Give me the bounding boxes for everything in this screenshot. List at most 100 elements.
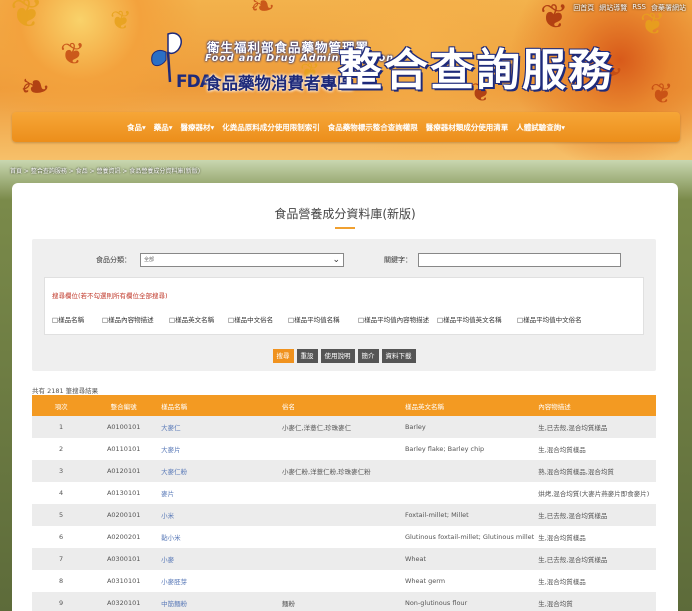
reset-button[interactable]: 重設 [296,349,318,363]
cell-common-name [278,526,401,548]
cell-sample-name[interactable]: 大麥片 [157,438,278,460]
cell-sample-name[interactable]: 小麥胚芽 [157,570,278,592]
field-checkbox-avg-common-name[interactable]: □樣品平均值中文俗名 [517,314,582,324]
nav-clinical-trials[interactable]: 人體試驗查詢▾ [516,122,565,133]
results-table: 項次 整合編號 樣品名稱 俗名 樣品英文名稱 內容物描述 1 A0100101 大麥… [32,395,656,611]
field-checkbox-avg-content-desc[interactable]: □樣品平均值內容物描述 [358,314,429,324]
site-title[interactable]: 整合查詢服務 [338,34,614,98]
help-button[interactable]: 使用說明 [320,349,355,363]
col-header-content-desc: 內容物描述 [534,395,656,416]
cell-index: 6 [59,533,64,541]
field-checkbox-sample-name[interactable]: □樣品名稱 [52,314,84,324]
download-button[interactable]: 資料下載 [381,349,416,363]
category-select-value: 全部 [144,257,155,263]
table-row: 3 A0120101 大麥仁粉 小麥仁粉,洋薏仁粉,珍珠麥仁粉 熟,混合均質樣品,混合均… [32,460,656,482]
cell-common-name: 小麥仁粉,洋薏仁粉,珍珠麥仁粉 [278,460,401,482]
cell-index: 9 [32,592,91,611]
cell-english-name: Wheat germ [404,577,446,585]
cell-english-name: Barley [400,416,535,438]
top-link-home[interactable]: 回首頁 [573,3,594,13]
search-panel: 食品分類： 全部 ⌄ 關鍵字： 搜尋欄位(若不勾選則所有欄位全部搜尋) □樣品名… [32,239,656,371]
field-checkbox-content-desc[interactable]: □樣品內容物描述 [102,314,154,324]
top-link-rss[interactable]: RSS [632,3,646,13]
nav-drug[interactable]: 藥品▾ [154,122,173,133]
cell-common-name [278,438,401,460]
search-fields-note: 搜尋欄位(若不勾選則所有欄位全部搜尋) [52,292,168,300]
cell-common-name: 小麥仁,洋薏仁,珍珠麥仁 [278,416,401,438]
nav-device-ingredients[interactable]: 醫療器材類成分使用清單 [426,122,509,133]
category-select[interactable]: 全部 ⌄ [140,253,344,267]
keyword-label: 關鍵字： [384,256,412,264]
category-label: 食品分類： [96,256,131,264]
cell-content-desc: 生,已去殼,混合均質樣品 [534,504,656,526]
search-fields-box: 搜尋欄位(若不勾選則所有欄位全部搜尋) □樣品名稱 □樣品內容物描述 □樣品英文… [44,277,644,335]
title-underline [335,227,355,229]
col-header-english-name: 樣品英文名稱 [400,395,535,416]
intro-button[interactable]: 簡介 [357,349,379,363]
brand-subtitle: 食品藥物消費者專區 [205,74,354,93]
cell-sample-name[interactable]: 中筋麵粉 [157,592,278,611]
keyword-input[interactable] [418,253,621,267]
cell-content-desc: 生,混合均質樣品 [538,446,586,454]
cell-english-name [400,460,535,482]
cell-common-name [278,482,401,504]
top-link-sitemap[interactable]: 網站導覽 [599,3,627,13]
cell-id: A0100101 [90,416,158,438]
cell-content-desc: 生,混合均質樣品 [538,578,586,586]
nav-medical-device[interactable]: 醫療器材▾ [181,122,215,133]
cell-sample-name[interactable]: 小麥 [157,548,278,570]
cell-id: A0200101 [90,504,158,526]
cell-english-name: Glutinous foxtail-millet; Glutinous mill… [404,533,535,541]
cell-sample-name[interactable]: 黏小米 [157,526,278,548]
cell-content-desc: 烘烤,混合均質(大麥片燕麥片即食麥片) [538,490,650,498]
cell-sample-name[interactable]: 麥片 [157,482,278,504]
search-button[interactable]: 搜尋 [272,349,294,363]
table-row: 5 A0200101 小米 Foxtail-millet; Millet 生,已去殼,混… [32,504,656,526]
chevron-down-icon: ⌄ [332,255,340,265]
col-header-id: 整合編號 [90,395,158,416]
cell-english-name [401,482,534,504]
main-nav: 食品▾ 藥品▾ 醫療器材▾ 化粪品原料成分使用限制索引 食品藥物標示整合查詢權限… [12,112,680,142]
cell-sample-name[interactable]: 小米 [157,504,278,526]
nav-food[interactable]: 食品▾ [127,122,146,133]
cell-id: A0110101 [106,445,141,453]
cell-common-name [278,504,401,526]
top-links: 回首頁 網站導覽 RSS 食藥署網站 [573,3,686,13]
table-row: 4 A0130101 麥片 烘烤,混合均質(大麥片燕麥片即食麥片) [32,482,656,504]
cell-sample-name[interactable]: 大麥仁粉 [157,460,278,482]
result-count: 共有 2181 筆搜尋結果 [32,387,99,395]
table-row: 8 A0310101 小麥胚芽 Wheat germ 生,混合均質樣品 [32,570,656,592]
table-row: 7 A0300101 小麥 Wheat 生,已去殼,混合均質樣品 [32,548,656,570]
cell-id: A0200201 [106,533,141,541]
cell-sample-name[interactable]: 大麥仁 [157,416,278,438]
cell-content-desc: 生,混合均質 [534,592,656,611]
field-checkbox-english-name[interactable]: □樣品英文名稱 [169,314,214,324]
cell-content-desc: 熟,混合均質樣品,混合均質 [534,460,656,482]
col-header-sample-name: 樣品名稱 [157,395,278,416]
cell-content-desc: 生,混合均質樣品 [538,534,586,542]
page-title: 食品營養成分資料庫(新版) [274,207,416,221]
cell-english-name: Foxtail-millet; Millet [400,504,535,526]
top-link-fda-site[interactable]: 食藥署網站 [651,3,686,13]
cell-index: 3 [32,460,91,482]
nav-label-query[interactable]: 食品藥物標示整合查詢權限 [328,122,418,133]
cell-index: 7 [32,548,91,570]
cell-english-name: Wheat [400,548,535,570]
breadcrumb[interactable]: 首頁 > 整合查詢服務 > 食品 > 營養資訊 > 食品營養成分資料庫(新版) [10,166,200,175]
cell-common-name [278,548,401,570]
cell-id: A0310101 [106,577,141,585]
field-checkbox-common-name[interactable]: □樣品中文俗名 [228,314,273,324]
cell-id: A0320101 [90,592,158,611]
cell-common-name [278,570,401,592]
table-row: 9 A0320101 中筋麵粉 麵粉 Non-glutinous flour 生,混合均質 [32,592,656,611]
content-card: 食品營養成分資料庫(新版) 食品分類： 全部 ⌄ 關鍵字： 搜尋欄位(若不勾選則… [12,183,678,611]
nav-cosmetic-ingredients[interactable]: 化粪品原料成分使用限制索引 [222,122,320,133]
field-checkbox-avg-english-name[interactable]: □樣品平均值英文名稱 [437,314,502,324]
search-buttons: 搜尋 重設 使用說明 簡介 資料下載 [32,349,656,363]
cell-common-name: 麵粉 [278,592,401,611]
cell-id: A0120101 [90,460,158,482]
site-banner: ❦ ❦ ❧ ❦ ❧ ❦ ❦ ❧ ❦ ❦ ❦ 回首頁 網站導覽 RSS 食藥署網站… [0,0,692,160]
cell-id: A0300101 [90,548,158,570]
field-checkbox-avg-name[interactable]: □樣品平均值名稱 [288,314,340,324]
col-header-index: 項次 [32,395,91,416]
